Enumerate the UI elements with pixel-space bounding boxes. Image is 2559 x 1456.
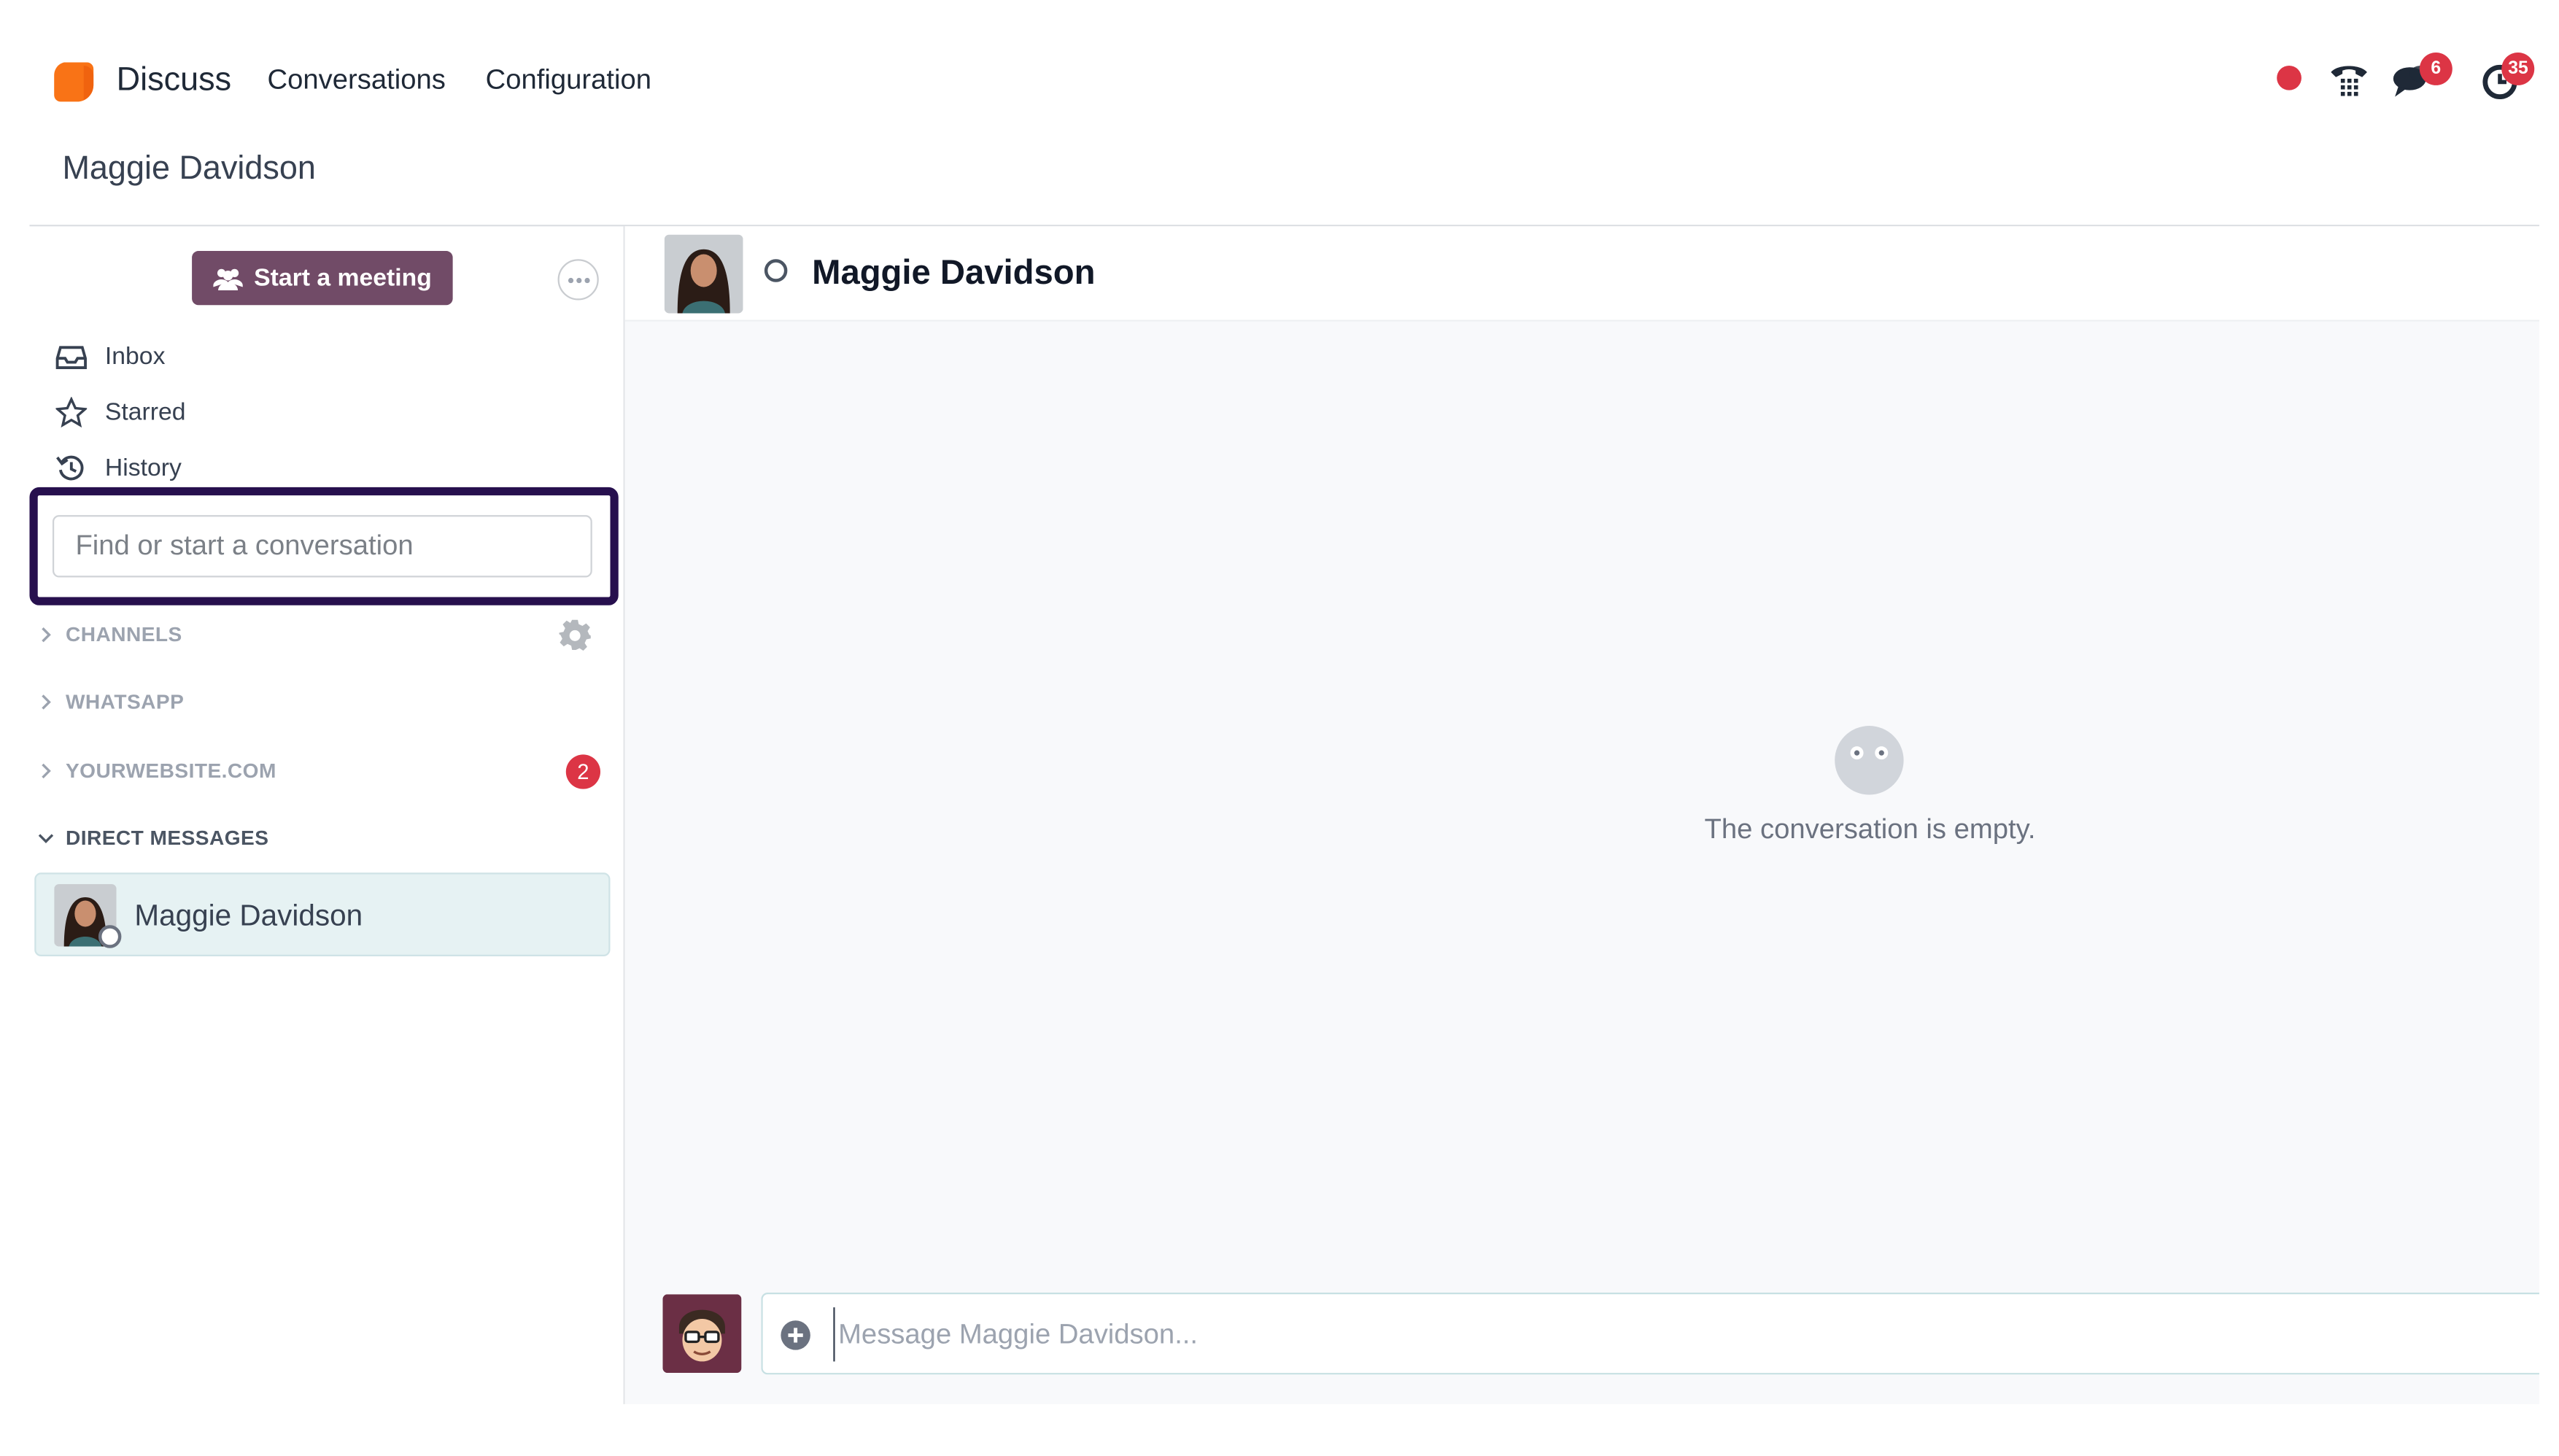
- category-direct-messages[interactable]: DIRECT MESSAGES: [36, 826, 269, 850]
- add-attachment-button[interactable]: [779, 1319, 812, 1352]
- phone-icon[interactable]: [2328, 58, 2370, 100]
- chevron-right-icon: [42, 627, 51, 643]
- chevron-down-icon: [38, 834, 54, 843]
- start-meeting-button[interactable]: Start a meeting: [192, 251, 453, 306]
- category-label: WHATSAPP: [65, 690, 185, 714]
- plus-circle-icon: [781, 1320, 810, 1350]
- more-options-button[interactable]: [557, 259, 599, 301]
- recording-indicator[interactable]: [2277, 65, 2301, 90]
- offline-status-icon: [98, 925, 122, 948]
- sidebar-item-starred[interactable]: Starred: [55, 392, 186, 431]
- current-user-avatar: [662, 1294, 742, 1374]
- menu-configuration[interactable]: Configuration: [486, 64, 651, 97]
- message-input[interactable]: [833, 1307, 2523, 1362]
- activity-badge: 35: [2501, 52, 2535, 85]
- channels-settings-button[interactable]: [558, 619, 592, 653]
- category-channels[interactable]: CHANNELS: [36, 624, 182, 646]
- discuss-logo-icon: [54, 62, 94, 102]
- dm-item-maggie-davidson[interactable]: Maggie Davidson: [34, 872, 611, 956]
- app-name[interactable]: Discuss: [117, 62, 231, 100]
- category-label: DIRECT MESSAGES: [65, 826, 269, 850]
- empty-conversation-text: The conversation is empty.: [1704, 813, 2036, 845]
- thread-avatar[interactable]: [664, 234, 743, 314]
- sidebar-item-history[interactable]: History: [55, 448, 182, 487]
- category-yourwebsite[interactable]: YOURWEBSITE.COM: [36, 759, 276, 783]
- category-label: CHANNELS: [65, 623, 182, 646]
- category-label: YOURWEBSITE.COM: [65, 759, 276, 783]
- conversation-search-input[interactable]: [52, 515, 592, 578]
- chevron-right-icon: [42, 694, 51, 710]
- chat-badge: 6: [2419, 52, 2452, 85]
- history-icon: [56, 454, 84, 480]
- category-whatsapp[interactable]: WHATSAPP: [36, 691, 184, 713]
- gear-icon: [559, 619, 591, 651]
- ellipsis-icon: [567, 276, 589, 283]
- breadcrumb: Maggie Davidson: [62, 150, 316, 187]
- thread-title: Maggie Davidson: [812, 254, 1096, 293]
- start-meeting-label: Start a meeting: [254, 264, 432, 293]
- inbox-icon: [55, 345, 87, 368]
- star-icon: [55, 396, 88, 427]
- thread-offline-status-icon: [764, 259, 788, 282]
- sidebar-item-label: Starred: [104, 398, 186, 426]
- sidebar-item-inbox[interactable]: Inbox: [55, 336, 165, 376]
- menu-conversations[interactable]: Conversations: [268, 64, 446, 97]
- thread-area: [624, 226, 2539, 1404]
- discuss-app-logo[interactable]: [51, 59, 97, 105]
- chevron-right-icon: [42, 763, 51, 779]
- dm-name: Maggie Davidson: [134, 899, 363, 932]
- yourwebsite-unread-badge: 2: [565, 754, 601, 789]
- sidebar-item-label: History: [104, 453, 182, 481]
- users-icon: [212, 268, 243, 290]
- empty-conversation-icon: [1834, 725, 1905, 796]
- sidebar-item-label: Inbox: [104, 341, 166, 371]
